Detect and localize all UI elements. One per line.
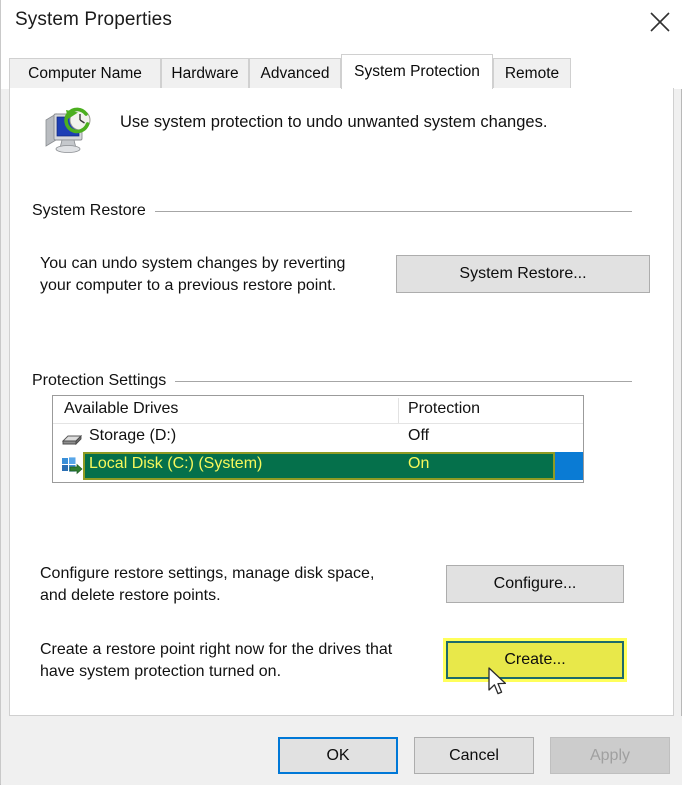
dialog-button-bar: OK Cancel Apply [1,716,682,785]
list-item-storage-d[interactable]: Storage (D:) Off [53,424,583,452]
configure-description: Configure restore settings, manage disk … [40,563,440,607]
tab-header-description: Use system protection to undo unwanted s… [120,113,548,131]
system-protection-tab-page: Use system protection to undo unwanted s… [9,88,674,716]
system-restore-button[interactable]: System Restore... [396,255,650,293]
configure-description-line2: and delete restore points. [40,587,221,604]
column-header-available-drives[interactable]: Available Drives [64,400,178,418]
system-restore-description-line1: You can undo system changes by reverting [40,255,346,272]
cancel-button[interactable]: Cancel [414,737,534,774]
create-description-line1: Create a restore point right now for the… [40,641,393,658]
ok-button[interactable]: OK [278,737,398,774]
list-header-row: Available Drives Protection [53,396,583,424]
tab-header: Use system protection to undo unwanted s… [32,100,632,162]
tab-computer-name[interactable]: Computer Name [9,58,161,89]
system-restore-icon [42,106,94,156]
title-bar: System Properties [1,0,682,46]
tab-remote[interactable]: Remote [493,58,571,89]
apply-button[interactable]: Apply [550,737,670,774]
tab-advanced[interactable]: Advanced [249,58,341,89]
list-item-name: Local Disk (C:) (System) [89,455,263,472]
tab-hardware[interactable]: Hardware [161,58,249,89]
list-item-protection: On [408,455,430,472]
protection-settings-group-label: Protection Settings [32,372,167,389]
create-description-line2: have system protection turned on. [40,663,282,680]
system-properties-dialog: System Properties Computer Name Hardware… [0,0,682,785]
system-restore-group-label: System Restore [32,202,146,219]
configure-button[interactable]: Configure... [446,565,624,603]
configure-description-line1: Configure restore settings, manage disk … [40,565,375,582]
list-item-local-disk-c[interactable]: Local Disk (C:) (System) On [53,452,583,480]
list-item-name: Storage (D:) [89,427,177,444]
create-button[interactable]: Create... [446,641,624,679]
tab-strip: Computer Name Hardware Advanced System P… [1,46,682,89]
hard-drive-icon [61,429,83,448]
group-divider-line [154,210,632,212]
create-description: Create a restore point right now for the… [40,639,450,683]
page-title: System Properties [15,9,172,30]
list-item-protection: Off [408,427,430,444]
tab-system-protection[interactable]: System Protection [341,54,493,89]
column-header-protection[interactable]: Protection [408,400,480,418]
system-restore-description-line2: your computer to a previous restore poin… [40,277,337,294]
close-button[interactable] [637,0,682,45]
windows-system-drive-icon [61,457,83,476]
system-restore-group-header: System Restore [32,201,632,221]
system-restore-description: You can undo system changes by reverting… [40,253,400,297]
protection-settings-group-header: Protection Settings [32,371,632,391]
column-divider [398,398,399,423]
group-divider-line [175,380,632,382]
available-drives-list[interactable]: Available Drives Protection Storage (D:)… [52,395,584,483]
